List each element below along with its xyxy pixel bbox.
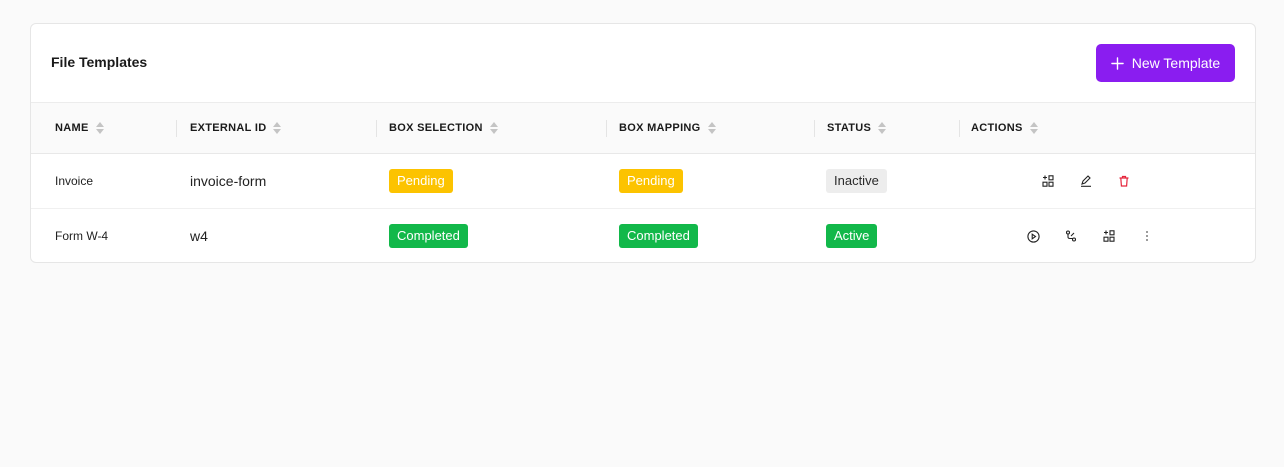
- sort-icon[interactable]: [273, 122, 282, 134]
- cell-status: Inactive: [814, 154, 959, 209]
- plus-icon: [1110, 56, 1124, 70]
- cell-box-selection: Completed: [376, 209, 606, 263]
- column-header-name[interactable]: NAME: [31, 103, 176, 154]
- column-label: EXTERNAL ID: [190, 122, 267, 134]
- cell-name: Form W-4: [55, 229, 109, 244]
- sort-icon[interactable]: [878, 122, 887, 134]
- cell-box-selection: Pending: [376, 154, 606, 209]
- cell-actions: [959, 209, 1255, 263]
- cell-actions: [959, 154, 1255, 209]
- column-label: NAME: [55, 122, 89, 134]
- column-divider: [606, 120, 607, 137]
- sort-icon[interactable]: [707, 122, 716, 134]
- play-icon[interactable]: [1019, 222, 1047, 250]
- column-label: STATUS: [827, 122, 872, 134]
- box-select-icon[interactable]: [1034, 167, 1062, 195]
- cell-external-id: invoice-form: [190, 173, 267, 189]
- status-badge: Pending: [619, 169, 683, 193]
- status-badge: Inactive: [826, 169, 887, 193]
- sort-icon[interactable]: [95, 122, 104, 134]
- more-vertical-icon[interactable]: [1133, 222, 1161, 250]
- card-header: File Templates New Template: [31, 24, 1255, 102]
- status-badge: Completed: [619, 224, 698, 249]
- column-header-box-mapping[interactable]: BOX MAPPING: [606, 103, 814, 154]
- cell-box-mapping: Pending: [606, 154, 814, 209]
- templates-table: NAME EXTERNAL ID BOX SELECTION BOX MAPPI…: [31, 102, 1255, 263]
- sort-icon[interactable]: [489, 122, 498, 134]
- table-row[interactable]: Form W-4 w4 Completed Completed Active: [31, 209, 1255, 263]
- mapping-icon[interactable]: [1057, 222, 1085, 250]
- new-template-label: New Template: [1131, 55, 1221, 71]
- column-divider: [376, 120, 377, 137]
- status-badge: Active: [826, 224, 878, 249]
- cell-external-id: w4: [190, 228, 208, 245]
- column-label: BOX MAPPING: [619, 122, 701, 134]
- column-header-box-selection[interactable]: BOX SELECTION: [376, 103, 606, 154]
- column-divider: [959, 120, 960, 137]
- cell-status: Active: [814, 209, 959, 263]
- column-divider: [176, 120, 177, 137]
- cell-name: Invoice: [55, 174, 94, 188]
- column-header-external-id[interactable]: EXTERNAL ID: [176, 103, 376, 154]
- page-title: File Templates: [51, 54, 148, 70]
- table-header-row: NAME EXTERNAL ID BOX SELECTION BOX MAPPI…: [31, 102, 1255, 154]
- table-row[interactable]: Invoice invoice-form Pending Pending Ina…: [31, 154, 1255, 209]
- box-select-icon[interactable]: [1095, 222, 1123, 250]
- status-badge: Completed: [389, 224, 468, 249]
- sort-icon[interactable]: [1029, 122, 1038, 134]
- delete-icon[interactable]: [1110, 167, 1138, 195]
- column-divider: [814, 120, 815, 137]
- column-header-status[interactable]: STATUS: [814, 103, 959, 154]
- column-label: ACTIONS: [971, 122, 1023, 134]
- column-header-actions[interactable]: ACTIONS: [959, 103, 1255, 154]
- edit-icon[interactable]: [1072, 167, 1100, 195]
- file-templates-card: File Templates New Template NAME EXTERNA…: [30, 23, 1256, 263]
- status-badge: Pending: [389, 169, 453, 193]
- column-label: BOX SELECTION: [389, 122, 483, 134]
- new-template-button[interactable]: New Template: [1096, 44, 1235, 82]
- cell-box-mapping: Completed: [606, 209, 814, 263]
